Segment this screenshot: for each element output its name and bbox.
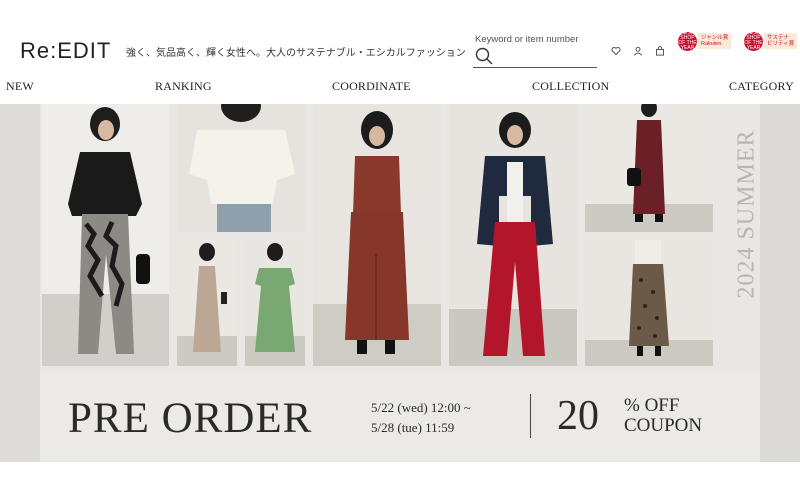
preorder-title: PRE ORDER bbox=[68, 395, 313, 442]
site-logo[interactable]: Re:EDIT bbox=[20, 38, 111, 64]
search-icon[interactable] bbox=[475, 47, 493, 65]
nav-coordinate[interactable]: COORDINATE bbox=[332, 79, 411, 94]
site-header: Re:EDIT 強く、気品高く、輝く女性へ。大人のサステナブル・エシカルファッシ… bbox=[0, 0, 800, 70]
nav-new[interactable]: NEW bbox=[6, 79, 34, 94]
coupon-label: COUPON bbox=[624, 415, 703, 436]
look-photo-patterned-pants[interactable] bbox=[42, 104, 169, 366]
cart-icon[interactable] bbox=[655, 46, 665, 56]
heart-icon[interactable] bbox=[611, 46, 621, 56]
look-photo-leopard-skirt[interactable] bbox=[585, 240, 713, 366]
nav-ranking[interactable]: RANKING bbox=[155, 79, 212, 94]
season-label: 2024 SUMMER bbox=[733, 129, 760, 299]
preorder-dates: 5/22 (wed) 12:00 ~ 5/28 (tue) 11:59 bbox=[371, 398, 471, 438]
discount-label: % OFF COUPON bbox=[624, 396, 702, 436]
award-line2: ビリティ賞 bbox=[767, 41, 795, 47]
look-photo-white-top[interactable] bbox=[177, 104, 305, 232]
hero-banner[interactable]: 2024 SUMMER PRE ORDER 5/22 (wed) 12:00 ~… bbox=[0, 104, 800, 462]
look-photo-beige-dress[interactable] bbox=[177, 240, 237, 366]
banner-divider bbox=[530, 394, 531, 438]
preorder-start: 5/22 (wed) 12:00 ~ bbox=[371, 400, 471, 415]
page-continuation bbox=[0, 462, 800, 500]
page: Re:EDIT 強く、気品高く、輝く女性へ。大人のサステナブル・エシカルファッシ… bbox=[0, 0, 800, 500]
look-photo-burgundy-dress[interactable] bbox=[585, 104, 713, 232]
main-nav: NEW RANKING COORDINATE COLLECTION CATEGO… bbox=[0, 70, 800, 104]
user-icon[interactable] bbox=[633, 46, 643, 56]
look-photo-red-pants[interactable] bbox=[449, 104, 577, 366]
discount-value: 20 bbox=[557, 393, 599, 439]
award-badge-sustainability: 楽天SHOP OF THE YEAR サステナ ビリティ賞 bbox=[744, 30, 798, 52]
look-photo-green-dress[interactable] bbox=[245, 240, 305, 366]
look-photo-brown-set[interactable] bbox=[313, 104, 441, 366]
nav-collection[interactable]: COLLECTION bbox=[532, 79, 609, 94]
award-medal-icon: 楽天SHOP OF THE YEAR bbox=[744, 30, 763, 51]
award-badge-genre: 楽天SHOP OF THE YEAR ジャンル賞 Rakuten bbox=[678, 30, 732, 52]
search-field[interactable]: Keyword or item number bbox=[473, 34, 597, 68]
brand-tagline: 強く、気品高く、輝く女性へ。大人のサステナブル・エシカルファッション bbox=[126, 48, 466, 59]
preorder-end: 5/28 (tue) 11:59 bbox=[371, 420, 455, 435]
discount-unit: % OFF bbox=[624, 395, 680, 416]
award-line2: Rakuten bbox=[701, 41, 722, 47]
nav-category[interactable]: CATEGORY bbox=[729, 79, 794, 94]
award-medal-icon: 楽天SHOP OF THE YEAR bbox=[678, 30, 697, 51]
preorder-banner[interactable]: PRE ORDER 5/22 (wed) 12:00 ~ 5/28 (tue) … bbox=[40, 372, 760, 462]
search-placeholder: Keyword or item number bbox=[475, 34, 579, 45]
